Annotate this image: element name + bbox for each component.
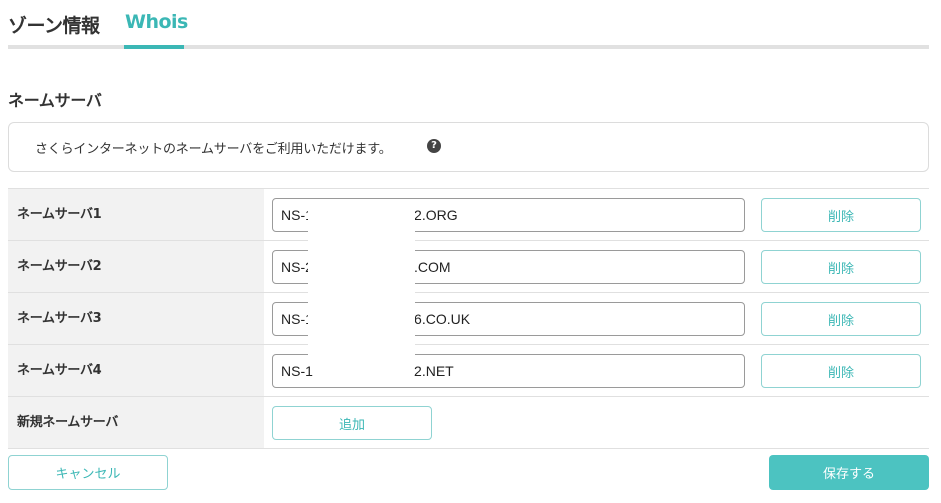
active-tab-indicator — [124, 45, 184, 49]
tab-whois[interactable]: Whois — [125, 11, 188, 33]
table-row: ネームサーバ4 削除 — [8, 345, 929, 397]
delete-nameserver-3-button[interactable]: 削除 — [761, 302, 921, 336]
tab-bar: ゾーン情報 Whois — [8, 0, 929, 50]
add-nameserver-button[interactable]: 追加 — [272, 406, 432, 440]
tab-zone-info[interactable]: ゾーン情報 — [8, 11, 100, 38]
redaction-mask — [308, 200, 415, 365]
table-row: 新規ネームサーバ 追加 — [8, 397, 929, 449]
new-nameserver-label: 新規ネームサーバ — [8, 397, 264, 448]
nameserver-label: ネームサーバ1 — [8, 189, 264, 240]
table-row: ネームサーバ1 削除 — [8, 189, 929, 241]
save-button[interactable]: 保存する — [769, 455, 929, 490]
nameserver-label: ネームサーバ2 — [8, 241, 264, 292]
nameserver-label: ネームサーバ3 — [8, 293, 264, 344]
cancel-button[interactable]: キャンセル — [8, 455, 168, 490]
info-box: さくらインターネットのネームサーバをご利用いただけます。 ? — [8, 122, 929, 172]
help-icon[interactable]: ? — [427, 139, 441, 153]
nameserver-table: ネームサーバ1 削除 ネームサーバ2 削除 ネームサーバ3 削除 ネームサーバ4… — [8, 188, 929, 449]
section-title: ネームサーバ — [8, 91, 102, 110]
table-row: ネームサーバ2 削除 — [8, 241, 929, 293]
table-row: ネームサーバ3 削除 — [8, 293, 929, 345]
delete-nameserver-2-button[interactable]: 削除 — [761, 250, 921, 284]
info-text: さくらインターネットのネームサーバをご利用いただけます。 — [35, 142, 392, 157]
delete-nameserver-4-button[interactable]: 削除 — [761, 354, 921, 388]
nameserver-label: ネームサーバ4 — [8, 345, 264, 396]
delete-nameserver-1-button[interactable]: 削除 — [761, 198, 921, 232]
